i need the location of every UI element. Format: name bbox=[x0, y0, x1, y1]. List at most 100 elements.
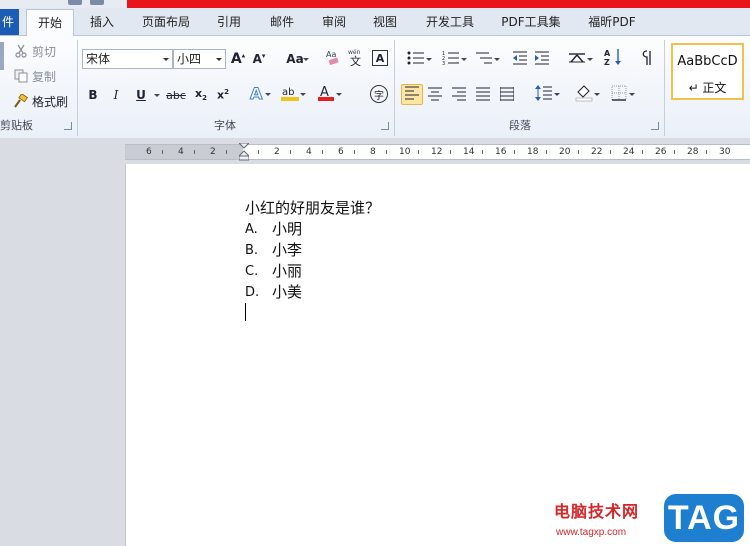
title-accent-strip bbox=[127, 0, 750, 8]
option-text[interactable]: 小明 bbox=[272, 219, 302, 240]
bullets-icon bbox=[407, 50, 425, 69]
underline-button[interactable]: U bbox=[131, 86, 160, 104]
tab-view[interactable]: 视图 bbox=[367, 11, 403, 33]
subscript-button[interactable]: x2 bbox=[193, 86, 209, 104]
enclose-character-button[interactable]: 字 bbox=[370, 85, 388, 103]
font-size-select[interactable]: 小四 bbox=[173, 49, 226, 69]
character-border-button[interactable]: A bbox=[372, 50, 388, 66]
style-name-label: ↵ 正文 bbox=[688, 81, 727, 95]
svg-text:A: A bbox=[604, 49, 611, 58]
paragraph-group-label: 段落 bbox=[509, 119, 531, 132]
bullets-button[interactable] bbox=[402, 50, 432, 69]
numbering-button[interactable]: 123 bbox=[437, 50, 467, 68]
svg-text:3: 3 bbox=[442, 61, 445, 66]
align-center-button[interactable] bbox=[426, 86, 444, 104]
scissors-icon bbox=[14, 44, 28, 58]
quick-access-icon[interactable] bbox=[68, 0, 82, 5]
tab-page-layout[interactable]: 页面布局 bbox=[136, 11, 196, 33]
clipboard-launcher-icon[interactable] bbox=[64, 122, 72, 130]
ruler-tick bbox=[482, 150, 483, 154]
indent-marker-icon[interactable] bbox=[237, 142, 251, 161]
chevron-down-icon bbox=[587, 58, 593, 61]
grow-font-button[interactable]: A▴ bbox=[230, 50, 246, 68]
align-right-icon bbox=[452, 87, 466, 104]
tab-pdf-tools[interactable]: PDF工具集 bbox=[497, 11, 565, 33]
align-left-button[interactable] bbox=[401, 84, 423, 105]
highlight-color-button[interactable]: ab bbox=[276, 85, 306, 103]
ruler-number: 16 bbox=[495, 147, 507, 157]
option-text[interactable]: 小美 bbox=[272, 282, 302, 303]
multilevel-list-button[interactable] bbox=[470, 50, 500, 68]
align-right-button[interactable] bbox=[450, 86, 468, 104]
sort-button[interactable]: AZ bbox=[602, 48, 624, 67]
horizontal-ruler[interactable]: 6 4 2 2 4 6 8 10 12 14 16 18 20 22 24 26… bbox=[125, 144, 750, 160]
option-text[interactable]: 小李 bbox=[272, 240, 302, 261]
align-center-icon bbox=[428, 87, 442, 104]
italic-button[interactable]: I bbox=[109, 86, 123, 104]
ruler-tick bbox=[450, 150, 451, 154]
chinese-layout-button[interactable] bbox=[563, 50, 593, 68]
phonetic-guide-button[interactable]: wén 文 bbox=[347, 49, 367, 68]
ruler-tick bbox=[226, 150, 227, 154]
change-case-button[interactable]: Aa bbox=[282, 50, 309, 68]
tab-mailings[interactable]: 邮件 bbox=[264, 11, 300, 33]
text-effects-button[interactable]: A bbox=[246, 83, 271, 103]
cut-button[interactable]: 剪切 bbox=[14, 42, 56, 60]
paragraph-launcher-icon[interactable] bbox=[651, 122, 659, 130]
document-page[interactable] bbox=[125, 164, 750, 546]
chevron-down-icon bbox=[303, 58, 309, 61]
paste-icon[interactable] bbox=[0, 42, 4, 70]
show-marks-button[interactable] bbox=[640, 49, 656, 68]
ruler-number: 8 bbox=[370, 147, 376, 157]
ruler-number: 14 bbox=[463, 147, 475, 157]
bold-button[interactable]: B bbox=[86, 86, 100, 104]
ruler-number: 4 bbox=[306, 147, 312, 157]
tab-references[interactable]: 引用 bbox=[211, 11, 247, 33]
distributed-icon bbox=[499, 86, 515, 104]
option-letter: B. bbox=[245, 243, 259, 258]
strikethrough-button[interactable]: abc bbox=[166, 86, 186, 104]
chevron-down-icon bbox=[594, 93, 600, 96]
style-normal-tile[interactable]: AaBbCcD ↵ 正文 bbox=[671, 43, 744, 100]
justify-icon bbox=[476, 87, 490, 104]
chevron-down-icon bbox=[336, 93, 342, 96]
ruler-tick bbox=[194, 150, 195, 154]
ruler-tick bbox=[514, 150, 515, 154]
decrease-indent-icon bbox=[512, 50, 528, 69]
ruler-number: 2 bbox=[210, 147, 216, 157]
tab-file[interactable]: 件 bbox=[0, 9, 19, 35]
grow-font-icon: A▴ bbox=[230, 51, 246, 67]
copy-button[interactable]: 复制 bbox=[14, 67, 56, 85]
increase-indent-button[interactable] bbox=[533, 50, 551, 68]
line-spacing-button[interactable] bbox=[530, 84, 560, 103]
question-text[interactable]: 小红的好朋友是谁？ bbox=[245, 198, 380, 219]
option-text[interactable]: 小丽 bbox=[272, 261, 302, 282]
quick-access-icon[interactable] bbox=[90, 0, 104, 5]
ruler-number: 26 bbox=[655, 147, 667, 157]
tab-home[interactable]: 开始 bbox=[26, 9, 74, 36]
tab-review[interactable]: 审阅 bbox=[316, 11, 352, 33]
tab-insert[interactable]: 插入 bbox=[84, 11, 120, 33]
justify-button[interactable] bbox=[474, 86, 492, 104]
decrease-indent-button[interactable] bbox=[511, 50, 529, 68]
tab-developer[interactable]: 开发工具 bbox=[420, 11, 480, 33]
format-painter-button[interactable]: 格式刷 bbox=[14, 92, 68, 110]
font-color-button[interactable]: A bbox=[312, 85, 342, 103]
tab-foxit-pdf[interactable]: 福昕PDF bbox=[582, 11, 642, 33]
format-painter-label: 格式刷 bbox=[32, 94, 69, 109]
ruler-number: 4 bbox=[178, 147, 184, 157]
font-name-select[interactable]: 宋体 bbox=[82, 49, 173, 69]
font-launcher-icon[interactable] bbox=[381, 122, 389, 130]
ruler-number: 22 bbox=[591, 147, 603, 157]
distributed-button[interactable] bbox=[498, 86, 516, 104]
watermark-text: 电脑技术网 bbox=[554, 502, 640, 521]
ruler-tick bbox=[610, 150, 611, 154]
clear-formatting-button[interactable]: Aa bbox=[325, 49, 343, 67]
chevron-down-icon bbox=[154, 94, 160, 97]
chevron-down-icon bbox=[216, 58, 222, 61]
shrink-font-button[interactable]: A▾ bbox=[251, 50, 267, 68]
ruler-tick bbox=[578, 150, 579, 154]
borders-button[interactable] bbox=[605, 85, 635, 103]
shading-button[interactable] bbox=[570, 84, 600, 103]
superscript-button[interactable]: x2 bbox=[215, 86, 231, 104]
